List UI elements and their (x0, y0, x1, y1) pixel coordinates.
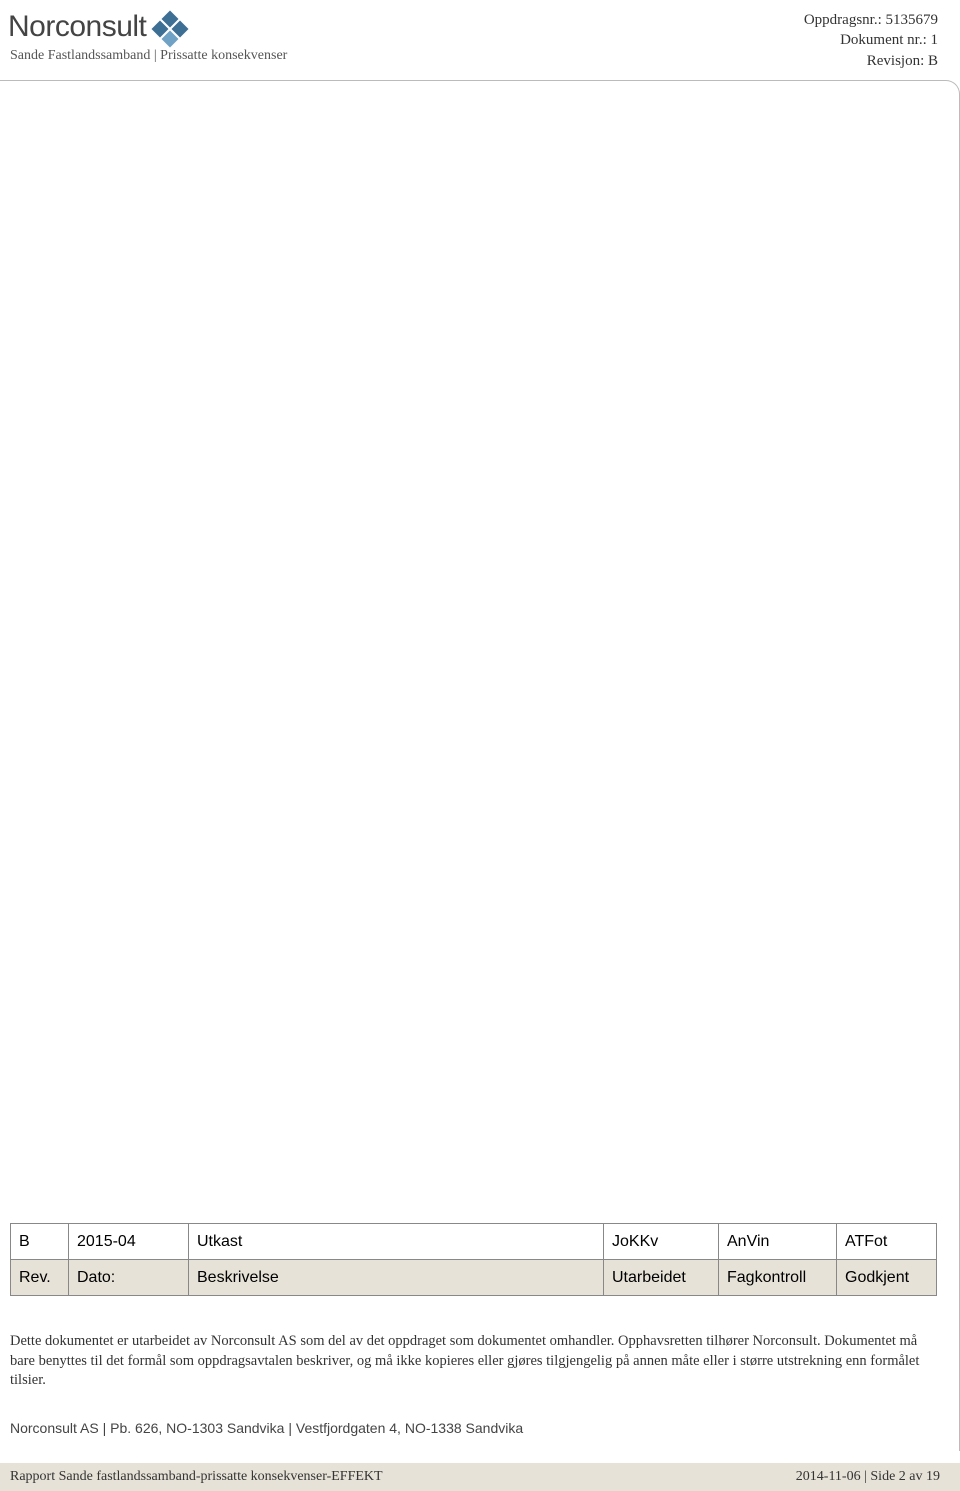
cell-godkjent: ATFot (837, 1224, 937, 1260)
header-fagkontroll: Fagkontroll (719, 1260, 837, 1296)
revision-table: B 2015-04 Utkast JoKKv AnVin ATFot Rev. … (10, 1223, 937, 1296)
table-header-row: Rev. Dato: Beskrivelse Utarbeidet Fagkon… (11, 1260, 937, 1296)
header-date: Dato: (69, 1260, 189, 1296)
norconsult-diamond-icon (152, 11, 188, 43)
cell-rev: B (11, 1224, 69, 1260)
cell-date: 2015-04 (69, 1224, 189, 1260)
revision-table-area: B 2015-04 Utkast JoKKv AnVin ATFot Rev. … (10, 1223, 937, 1296)
footer-left: Rapport Sande fastlandssamband-prissatte… (10, 1469, 383, 1485)
header-desc: Beskrivelse (189, 1260, 604, 1296)
meta-oppdragsnr: Oppdragsnr.: 5135679 (804, 10, 938, 30)
page-header: Norconsult Sande Fastlandssamband | Pris… (0, 0, 960, 79)
footer-right: 2014-11-06 | Side 2 av 19 (796, 1469, 940, 1485)
page-body-frame: B 2015-04 Utkast JoKKv AnVin ATFot Rev. … (0, 80, 960, 1451)
legal-disclaimer: Dette dokumentet er utarbeidet av Norcon… (10, 1332, 937, 1391)
cell-desc: Utkast (189, 1224, 604, 1260)
logo-row: Norconsult (8, 10, 287, 44)
header-utarbeidet: Utarbeidet (604, 1260, 719, 1296)
meta-dokumentnr: Dokument nr.: 1 (804, 30, 938, 50)
header-godkjent: Godkjent (837, 1260, 937, 1296)
logo-area: Norconsult Sande Fastlandssamband | Pris… (8, 10, 287, 64)
footer-bar: Rapport Sande fastlandssamband-prissatte… (0, 1463, 960, 1491)
table-row: B 2015-04 Utkast JoKKv AnVin ATFot (11, 1224, 937, 1260)
cell-utarbeidet: JoKKv (604, 1224, 719, 1260)
footer-address: Norconsult AS | Pb. 626, NO-1303 Sandvik… (10, 1420, 523, 1436)
meta-revisjon: Revisjon: B (804, 51, 938, 71)
document-subtitle: Sande Fastlandssamband | Prissatte konse… (10, 48, 287, 64)
logo-text: Norconsult (8, 10, 146, 44)
header-rev: Rev. (11, 1260, 69, 1296)
document-meta: Oppdragsnr.: 5135679 Dokument nr.: 1 Rev… (804, 10, 938, 71)
cell-fagkontroll: AnVin (719, 1224, 837, 1260)
